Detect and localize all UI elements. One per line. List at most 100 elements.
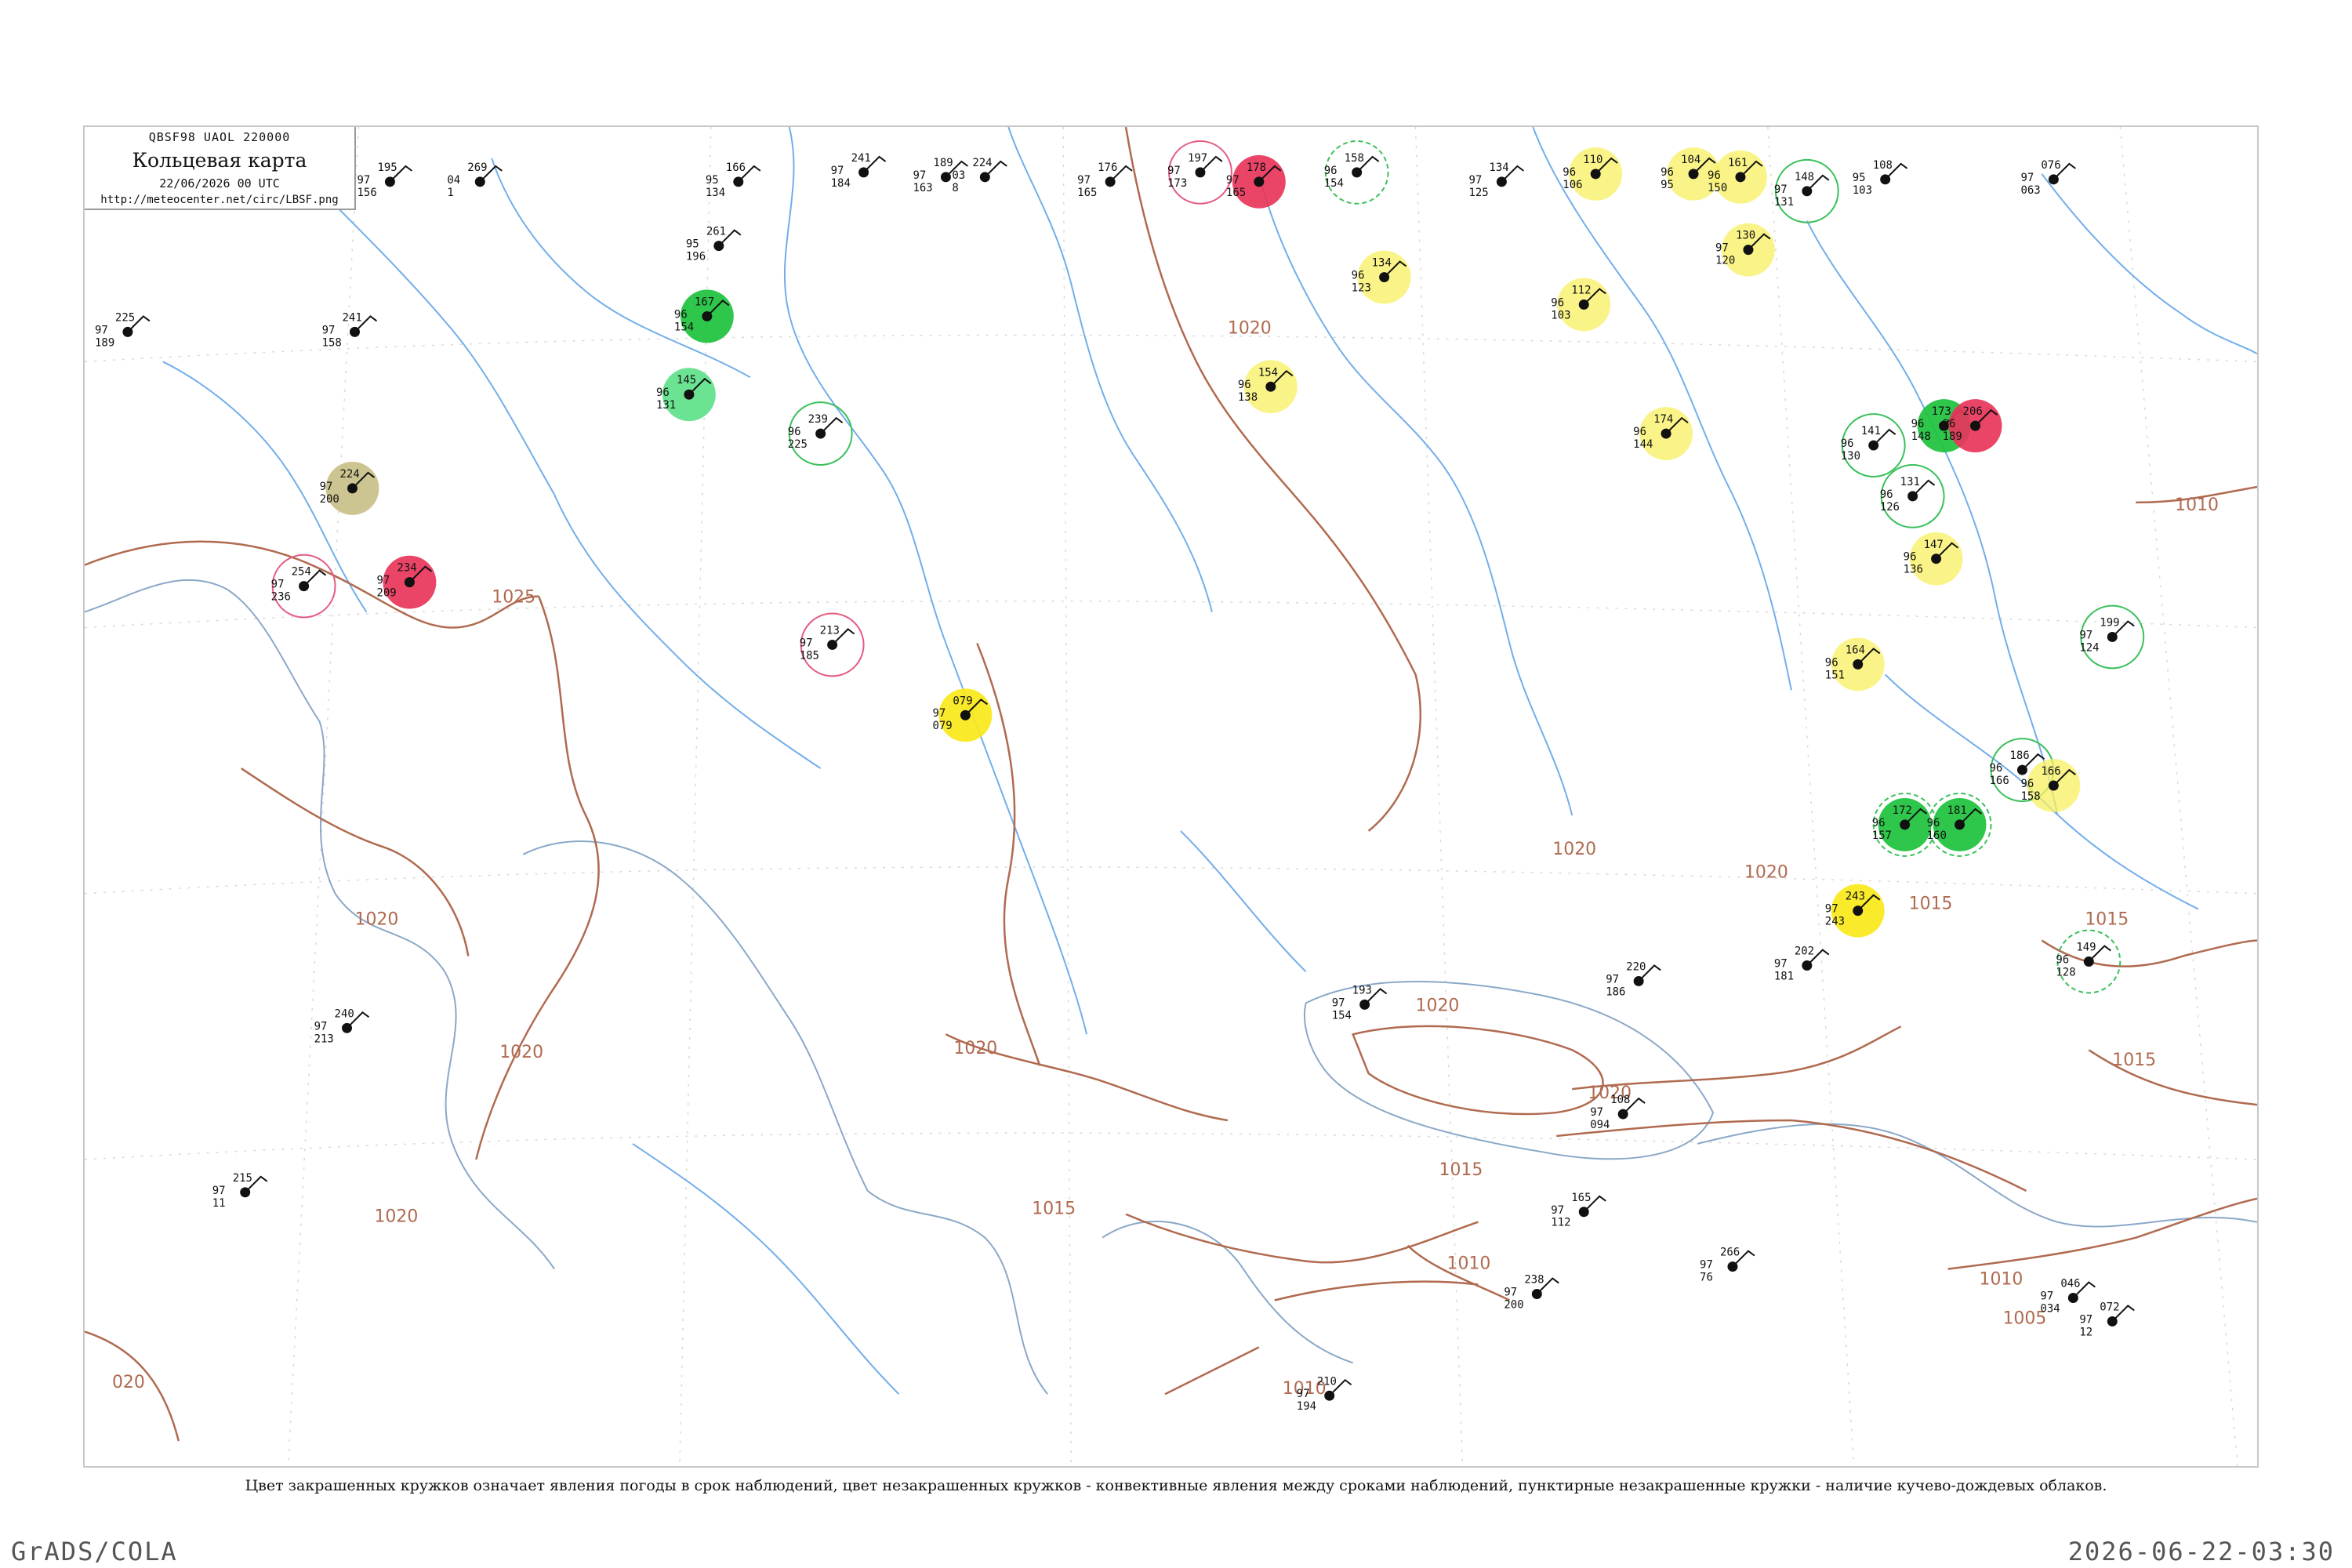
station-pressure: 239 [808, 413, 828, 426]
isobar-label: 1020 [1228, 318, 1272, 338]
station-plot: 110 96106 [1563, 147, 1623, 201]
station-temp: 97 [1332, 996, 1345, 1009]
station-temp: 95 [686, 238, 699, 251]
station-pressure: 224 [340, 468, 360, 481]
station-dewpoint: 189 [95, 336, 114, 349]
station-temp: 97 [322, 324, 336, 336]
station-temp: 96 [1927, 817, 1940, 829]
station-dewpoint: 186 [1606, 985, 1625, 998]
station-temp: 96 [2056, 954, 2069, 967]
station-pressure: 131 [1900, 476, 1920, 488]
station-dewpoint: 151 [1825, 669, 1845, 681]
station-pressure: 238 [1524, 1274, 1544, 1287]
station-plot: 234 97209 [376, 555, 437, 609]
station-temp: 97 [1590, 1106, 1603, 1119]
station-pressure: 172 [1893, 804, 1912, 817]
station-plot: 130 97120 [1715, 223, 1775, 277]
station-temp: 97 [1606, 973, 1619, 985]
station-dewpoint: 112 [1551, 1217, 1570, 1229]
station-temp: 96 [1841, 437, 1854, 450]
station-temp: 04 [447, 174, 460, 187]
station-pressure: 164 [1846, 644, 1865, 656]
station-plot: 046 97034 [2040, 1278, 2096, 1315]
station-temp: 97 [1077, 174, 1091, 187]
station-temp: 97 [320, 481, 333, 493]
station-plot: 241 97158 [322, 311, 378, 349]
station-plot: 197 97173 [1167, 140, 1232, 205]
station-plot: 181 96160 [1927, 793, 1992, 857]
station-temp: 97 [271, 579, 285, 591]
station-pressure: 174 [1653, 413, 1673, 426]
station-dewpoint: 200 [1504, 1298, 1523, 1311]
station-pressure: 167 [695, 296, 714, 308]
station-pressure: 202 [1795, 946, 1814, 958]
station-temp: 03 [952, 169, 965, 182]
map-title: Кольцевая карта [132, 149, 307, 172]
station-dewpoint: 165 [1077, 187, 1097, 199]
station-temp: 96 [1352, 270, 1365, 282]
station-dewpoint: 103 [1853, 184, 1872, 197]
footer-timestamp: 2026-06-22-03:30 [2067, 1537, 2335, 1566]
station-temp: 97 [800, 637, 813, 649]
station-dewpoint: 225 [788, 438, 808, 451]
station-plot: 24397243 [1825, 884, 1885, 938]
station-pressure: 149 [2076, 942, 2096, 954]
station-pressure: 199 [2100, 617, 2119, 630]
isobar-label: 1015 [2112, 1051, 2156, 1070]
station-pressure: 254 [292, 566, 311, 579]
source-url: http://meteocenter.net/circ/LBSF.png [100, 194, 339, 206]
station-dewpoint: 12 [2079, 1326, 2092, 1338]
station-temp: 96 [1989, 762, 2002, 775]
map-title-box: QBSF98 UAOL 220000 Кольцевая карта 22/06… [85, 127, 356, 210]
station-pressure: 108 [1610, 1094, 1630, 1106]
station-temp: 96 [674, 308, 688, 321]
station-pressure: 161 [1728, 157, 1748, 169]
station-pressure: 206 [1963, 405, 1983, 418]
station-temp: 96 [1563, 166, 1576, 179]
station-dewpoint: 158 [322, 336, 342, 349]
station-dewpoint: 134 [706, 187, 725, 199]
station-plot: 266 9776 [1700, 1247, 1755, 1284]
station-pressure: 225 [115, 311, 135, 324]
station-dewpoint: 236 [271, 591, 291, 604]
station-dewpoint: 103 [1551, 309, 1570, 321]
station-plot: 108 95103 [1853, 159, 1908, 197]
station-dewpoint: 138 [1238, 391, 1258, 404]
footer-software: GrADS/COLA [11, 1537, 178, 1566]
station-dewpoint: 243 [1825, 916, 1845, 928]
station-pressure: 158 [1345, 152, 1364, 165]
station-temp: 96 [1324, 165, 1338, 177]
station-temp: 97 [1715, 242, 1729, 255]
station-temp: 97 [831, 165, 844, 177]
station-plot: 141 96130 [1841, 413, 1906, 477]
station-dewpoint: 131 [656, 399, 676, 412]
station-pressure: 134 [1489, 162, 1508, 174]
station-plot: 072 9712 [2079, 1301, 2135, 1338]
station-dewpoint: 209 [376, 587, 396, 600]
station-plot: 269 041 [447, 162, 503, 199]
isobar-label: 1010 [1980, 1270, 2024, 1290]
station-plot: 215 9711 [212, 1172, 268, 1210]
station-pressure: 234 [397, 562, 416, 575]
station-plot: 07997079 [932, 688, 993, 742]
station-plot: 147 96136 [1904, 532, 1963, 586]
map-canvas: 1025102010201020102010201020102010201020… [85, 127, 2257, 1466]
station-temp: 96 [1880, 488, 1893, 501]
station-dewpoint: 200 [320, 493, 339, 506]
station-temp: 97 [2020, 172, 2034, 184]
station-pressure: 134 [1372, 257, 1392, 270]
station-dewpoint: 165 [1226, 187, 1246, 199]
station-plot: 149 96128 [2056, 929, 2122, 994]
station-temp: 97 [2079, 629, 2092, 641]
isobar-label: 1015 [1439, 1160, 1483, 1180]
isobar-label: 1010 [2175, 495, 2219, 515]
station-dewpoint: 157 [1872, 829, 1892, 842]
station-temp: 96 [1238, 379, 1251, 391]
station-dewpoint: 8 [952, 182, 958, 194]
station-temp: 97 [913, 169, 926, 182]
station-temp: 97 [1825, 903, 1838, 916]
station-dewpoint: 181 [1774, 970, 1794, 982]
station-plot: 134 96123 [1352, 250, 1411, 304]
station-plot: 241 97184 [831, 152, 887, 190]
station-temp: 96 [1872, 817, 1886, 829]
